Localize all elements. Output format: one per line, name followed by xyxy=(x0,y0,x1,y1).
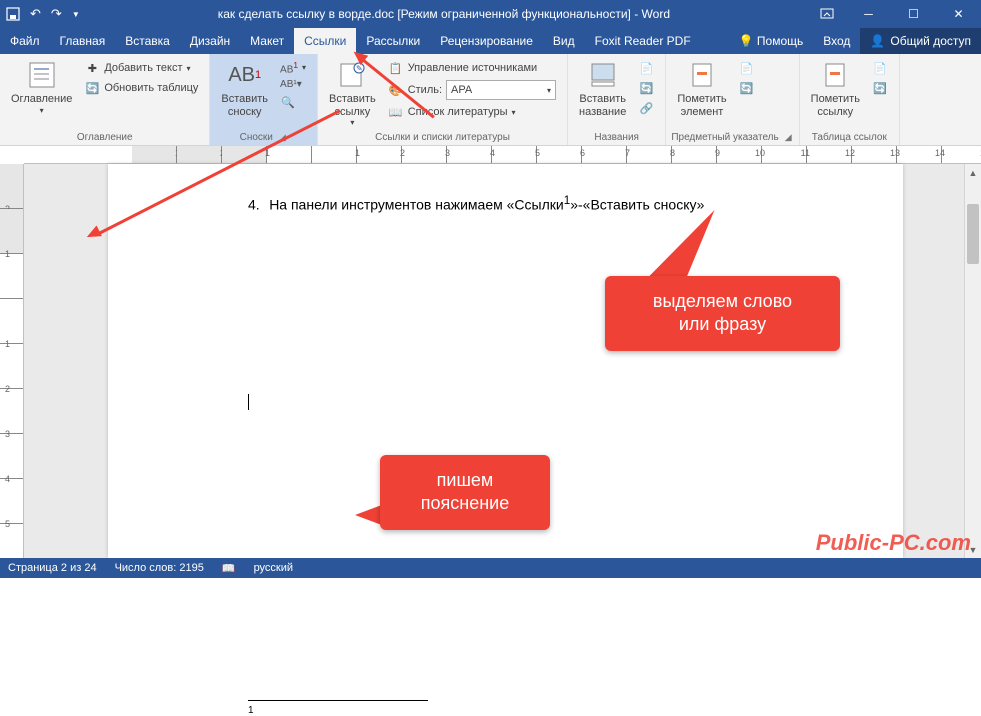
title-bar: ↶ ↷ ▼ как сделать ссылку в ворде.doc [Ре… xyxy=(0,0,981,28)
sources-icon: 📋 xyxy=(388,60,404,76)
cross-reference-button[interactable]: 🔗 xyxy=(635,99,657,117)
group-citations: ✎ Вставить ссылку▾ 📋Управление источника… xyxy=(318,54,568,145)
mark-entry-button[interactable]: Пометить элемент xyxy=(671,57,732,120)
insert-index-button[interactable]: 📄 xyxy=(736,59,758,77)
update-figures-button[interactable]: 🔄 xyxy=(635,79,657,97)
status-page[interactable]: Страница 2 из 24 xyxy=(8,562,97,574)
group-label-index: Предметный указатель xyxy=(671,132,778,143)
redo-icon[interactable]: ↷ xyxy=(51,6,62,22)
text-cursor xyxy=(248,394,249,410)
mark-citation-icon xyxy=(819,59,851,91)
bulb-icon: 💡 xyxy=(739,34,754,48)
quick-access-toolbar: ↶ ↷ ▼ xyxy=(0,6,80,22)
horizontal-ruler[interactable]: 12112345678910111213141516 xyxy=(24,146,981,164)
tab-layout[interactable]: Макет xyxy=(240,28,294,54)
status-language[interactable]: русский xyxy=(254,562,293,574)
group-captions: Вставить название 📄 🔄 🔗 Названия xyxy=(568,54,666,145)
maximize-button[interactable]: ☐ xyxy=(891,0,936,28)
person-icon: 👤 xyxy=(870,34,885,48)
tab-foxit[interactable]: Foxit Reader PDF xyxy=(585,28,701,54)
update-icon: 🔄 xyxy=(84,80,100,96)
scroll-up-icon[interactable]: ▲ xyxy=(965,164,981,181)
scroll-thumb[interactable] xyxy=(967,204,979,264)
svg-text:✎: ✎ xyxy=(356,64,363,73)
status-words[interactable]: Число слов: 2195 xyxy=(115,562,204,574)
group-label-captions: Названия xyxy=(573,132,660,145)
close-button[interactable]: ✕ xyxy=(936,0,981,28)
vertical-scrollbar[interactable]: ▲ ▼ xyxy=(964,164,981,558)
toc-button[interactable]: Оглавление▾ xyxy=(5,57,78,117)
insert-endnote-button[interactable]: AB1▾ xyxy=(277,59,309,76)
update-toa-button[interactable]: 🔄 xyxy=(869,79,891,97)
index-launcher[interactable]: ◢ xyxy=(783,132,794,143)
save-icon[interactable] xyxy=(6,7,20,21)
show-notes-button[interactable]: 🔍 xyxy=(277,93,309,111)
manage-sources-button[interactable]: 📋Управление источниками xyxy=(385,59,559,77)
group-toc: Оглавление▾ ✚Добавить текст▾ 🔄Обновить т… xyxy=(0,54,210,145)
minimize-button[interactable]: ─ xyxy=(846,0,891,28)
callout-highlight-word: выделяем слово или фразу xyxy=(605,276,840,351)
biblio-icon: 📖 xyxy=(388,104,404,120)
group-label-footnotes: Сноски xyxy=(240,132,273,143)
update-table-button[interactable]: 🔄Обновить таблицу xyxy=(81,79,201,97)
tab-view[interactable]: Вид xyxy=(543,28,585,54)
insert-footnote-button[interactable]: AB1 Вставить сноску xyxy=(215,57,274,120)
share-button[interactable]: 👤Общий доступ xyxy=(860,28,981,54)
page-content[interactable]: 4. На панели инструментов нажимаем «Ссыл… xyxy=(108,164,903,716)
tab-mailings[interactable]: Рассылки xyxy=(356,28,430,54)
group-label-citations: Ссылки и списки литературы xyxy=(323,132,562,145)
status-proofing-icon[interactable]: 📖 xyxy=(222,562,236,575)
watermark: Public-PC.com xyxy=(816,530,971,556)
group-label-toa: Таблица ссылок xyxy=(805,132,894,145)
footnote-icon: AB1 xyxy=(229,59,261,91)
show-notes-icon: 🔍 xyxy=(280,94,296,110)
qat-dropdown-icon[interactable]: ▼ xyxy=(72,10,80,19)
tell-me[interactable]: 💡 Помощь xyxy=(729,34,814,48)
tab-review[interactable]: Рецензирование xyxy=(430,28,543,54)
tab-home[interactable]: Главная xyxy=(50,28,116,54)
status-bar: Страница 2 из 24 Число слов: 2195 📖 русс… xyxy=(0,558,981,578)
footnote-area[interactable]: 1 xyxy=(248,705,793,716)
caption-icon xyxy=(587,59,619,91)
vertical-ruler[interactable]: 2112345678 xyxy=(0,164,24,558)
callout-write-note: пишем пояснение xyxy=(380,455,550,530)
toc-icon xyxy=(26,59,58,91)
sign-in[interactable]: Вход xyxy=(813,34,860,48)
tab-design[interactable]: Дизайн xyxy=(180,28,240,54)
mark-entry-icon xyxy=(686,59,718,91)
insert-toa-button[interactable]: 📄 xyxy=(869,59,891,77)
group-toa: Пометить ссылку 📄 🔄 Таблица ссылок xyxy=(800,54,900,145)
add-text-icon: ✚ xyxy=(84,60,100,76)
tab-insert[interactable]: Вставка xyxy=(115,28,180,54)
insert-table-figures-button[interactable]: 📄 xyxy=(635,59,657,77)
bibliography-button[interactable]: 📖Список литературы▾ xyxy=(385,103,559,121)
tab-file[interactable]: Файл xyxy=(0,28,50,54)
add-text-button[interactable]: ✚Добавить текст▾ xyxy=(81,59,201,77)
undo-icon[interactable]: ↶ xyxy=(30,6,41,22)
ribbon: Оглавление▾ ✚Добавить текст▾ 🔄Обновить т… xyxy=(0,54,981,146)
ribbon-tabs: Файл Главная Вставка Дизайн Макет Ссылки… xyxy=(0,28,981,54)
group-label-toc: Оглавление xyxy=(5,132,204,145)
update-index-button[interactable]: 🔄 xyxy=(736,79,758,97)
next-footnote-button[interactable]: AB¹▾ xyxy=(277,78,309,91)
insert-caption-button[interactable]: Вставить название xyxy=(573,57,632,120)
citation-icon: ✎ xyxy=(336,59,368,91)
window-controls: ─ ☐ ✕ xyxy=(846,0,981,28)
window-title: как сделать ссылку в ворде.doc [Режим ог… xyxy=(80,7,808,21)
footnote-separator xyxy=(248,700,428,701)
ribbon-options-icon[interactable] xyxy=(808,7,846,21)
mark-citation-button[interactable]: Пометить ссылку xyxy=(805,57,866,120)
group-index: Пометить элемент 📄 🔄 Предметный указател… xyxy=(666,54,799,145)
tab-references[interactable]: Ссылки xyxy=(294,28,356,54)
style-select[interactable]: APA▾ xyxy=(446,80,556,100)
